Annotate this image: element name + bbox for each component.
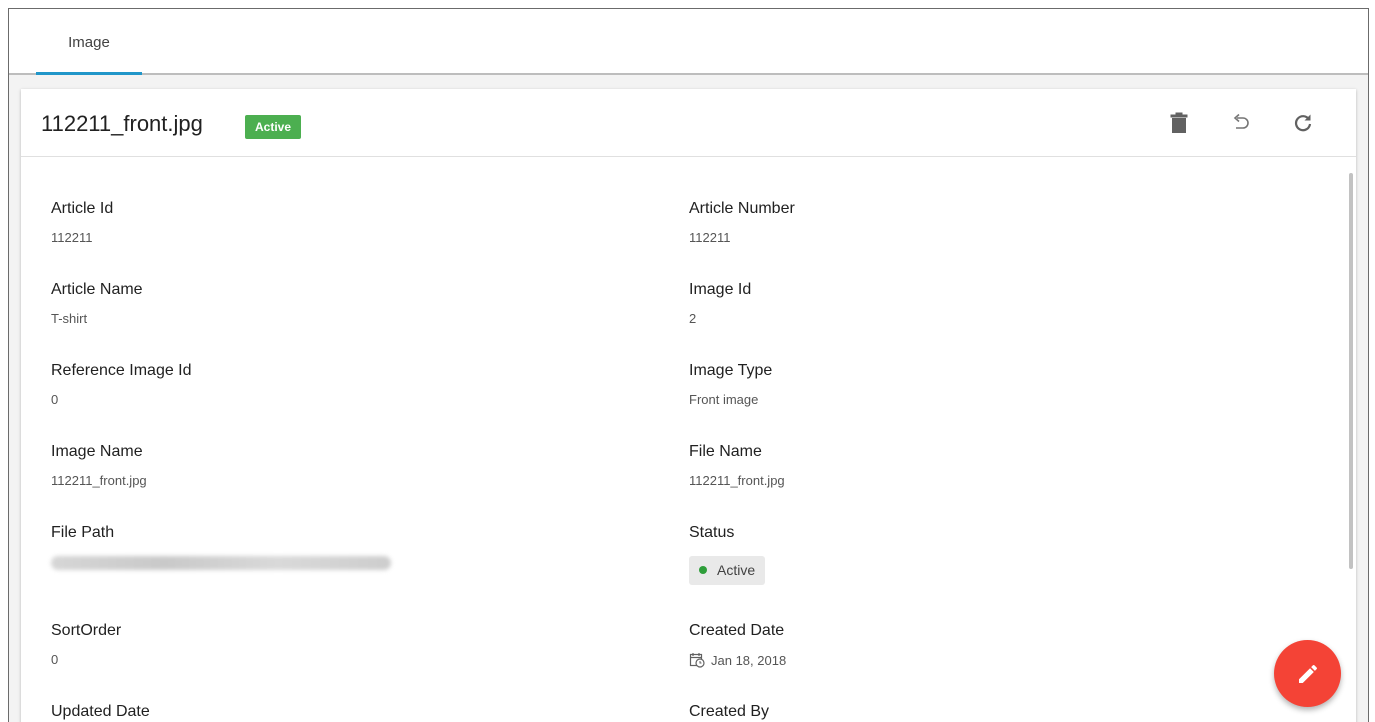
field-label: Image Id (689, 281, 752, 298)
field-article-id: Article Id 112211 (51, 200, 611, 245)
app-frame: Image 112211_front.jpg Active Article Id… (8, 8, 1369, 722)
vertical-scrollbar[interactable] (1349, 173, 1353, 569)
field-created-by: Created By (689, 703, 1249, 721)
calendar-clock-icon (689, 653, 705, 668)
field-value: Front image (689, 392, 759, 407)
field-label: Article Name (51, 281, 143, 298)
field-label: Status (689, 524, 735, 541)
active-tab-indicator (36, 72, 142, 75)
field-image-type: Image Type Front image (689, 362, 1249, 407)
field-value: 112211 (51, 230, 93, 245)
field-label: File Path (51, 524, 115, 541)
field-label: Reference Image Id (51, 362, 192, 379)
field-image-id: Image Id 2 (689, 281, 1249, 326)
detail-content: Article Id 112211 Article Number 112211 … (21, 158, 1341, 722)
page-title: 112211_front.jpg (41, 111, 203, 136)
field-file-path: File Path (51, 524, 611, 570)
undo-button[interactable] (1227, 109, 1255, 137)
undo-icon (1233, 113, 1249, 129)
edit-fab-button[interactable] (1274, 640, 1341, 707)
field-value: 0 (51, 392, 59, 407)
card-header: 112211_front.jpg Active (21, 89, 1356, 157)
tab-image[interactable]: Image (36, 9, 142, 75)
refresh-icon (1294, 114, 1312, 132)
field-value: 112211 (689, 230, 731, 245)
field-reference-image-id: Reference Image Id 0 (51, 362, 611, 407)
field-sort-order: SortOrder 0 (51, 622, 611, 667)
field-value: Jan 18, 2018 (711, 652, 787, 668)
field-label: Article Id (51, 200, 114, 217)
field-value: 2 (689, 311, 697, 326)
status-badge: Active (245, 115, 302, 139)
status-chip: Active (689, 556, 766, 585)
tab-bar: Image (9, 9, 1368, 75)
field-label: SortOrder (51, 622, 122, 639)
refresh-button[interactable] (1289, 109, 1317, 137)
field-article-name: Article Name T-shirt (51, 281, 611, 326)
field-updated-date: Updated Date (51, 703, 611, 721)
field-value: 0 (51, 652, 59, 667)
field-label: Created Date (689, 622, 785, 639)
field-label: Image Type (689, 362, 773, 379)
status-chip-label: Active (717, 562, 756, 578)
field-created-date: Created Date Jan 18, 2018 (689, 622, 1249, 668)
field-value: T-shirt (51, 311, 88, 326)
field-label: Image Name (51, 443, 143, 460)
field-label: Updated Date (51, 703, 150, 720)
delete-icon (1170, 112, 1188, 133)
field-label: Created By (689, 703, 770, 720)
field-article-number: Article Number 112211 (689, 200, 1249, 245)
status-dot-icon (699, 566, 707, 574)
image-detail-card: 112211_front.jpg Active Article Id 11221… (21, 89, 1356, 722)
field-label: File Name (689, 443, 762, 460)
tab-image-label: Image (68, 33, 110, 51)
created-date-row: Jan 18, 2018 (689, 652, 1249, 668)
field-image-name: Image Name 112211_front.jpg (51, 443, 611, 488)
field-value: 112211_front.jpg (51, 473, 147, 488)
field-label: Article Number (689, 200, 795, 217)
field-value: 112211_front.jpg (689, 473, 785, 488)
field-file-name: File Name 112211_front.jpg (689, 443, 1249, 488)
blurred-file-path-value (51, 556, 391, 570)
delete-button[interactable] (1165, 109, 1193, 137)
edit-icon (1298, 664, 1317, 683)
field-status: Status Active (689, 524, 1249, 585)
